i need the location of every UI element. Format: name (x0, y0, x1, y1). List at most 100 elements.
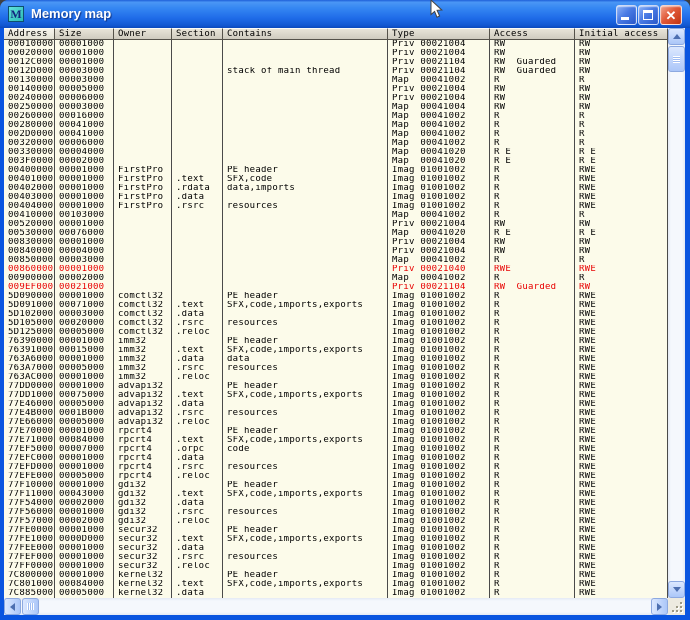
cell (223, 589, 388, 598)
table-row[interactable]: 0040300000001000FirstPro.dataImag 010010… (4, 193, 668, 202)
cell: RWE (575, 463, 668, 472)
table-row[interactable]: 0002000000001000Priv 00021004RWRW (4, 49, 668, 58)
column-header-size[interactable]: Size (55, 28, 114, 40)
table-row[interactable]: 77EFC00000001000rpcrt4.dataImag 01001002… (4, 454, 668, 463)
table-row[interactable]: 0083000000001000Priv 00021004RWRW (4, 238, 668, 247)
table-row[interactable]: 0012D00000003000stack of main threadPriv… (4, 67, 668, 76)
table-row[interactable]: 763AC00000001000imm32.relocImag 01001002… (4, 373, 668, 382)
cell: Imag 01001002 (388, 166, 490, 175)
cell: RWE (575, 328, 668, 337)
cell: resources (223, 508, 388, 517)
minimize-button[interactable] (616, 5, 637, 25)
table-row[interactable]: 7C88500000005000kernel32.dataImag 010010… (4, 589, 668, 598)
table-row[interactable]: 0052000000001000Priv 00021004RWRW (4, 220, 668, 229)
cell (223, 247, 388, 256)
table-row[interactable]: 77E7100000084000rpcrt4.textSFX,code,impo… (4, 436, 668, 445)
table-row[interactable]: 0041000000103000Map 00041002RR (4, 211, 668, 220)
table-row[interactable]: 0033000000004000Map 00041020R ER E (4, 148, 668, 157)
column-header-contains[interactable]: Contains (223, 28, 388, 40)
column-header-access[interactable]: Access (490, 28, 575, 40)
table-row[interactable]: 7C80000000001000kernel32PE headerImag 01… (4, 571, 668, 580)
table-row[interactable]: 77FE000000001000secur32PE headerImag 010… (4, 526, 668, 535)
table-row[interactable]: 77E4B0000001B000advapi32.rsrcresourcesIm… (4, 409, 668, 418)
table-row[interactable]: 5D09000000001000comctl32PE headerImag 01… (4, 292, 668, 301)
horizontal-scrollbar-thumb[interactable] (22, 598, 39, 615)
table-row[interactable]: 77E4600000005000advapi32.dataImag 010010… (4, 400, 668, 409)
table-row[interactable]: 5D12500000005000comctl32.relocImag 01001… (4, 328, 668, 337)
cell: 00001000 (55, 193, 114, 202)
cell: 76391000 (4, 346, 55, 355)
cell: imm32 (114, 373, 172, 382)
table-row[interactable]: 77E7000000001000rpcrt4PE headerImag 0100… (4, 427, 668, 436)
table-row[interactable]: 77F5700000002000gdi32.relocImag 01001002… (4, 517, 668, 526)
table-row[interactable]: 77FEF00000001000secur32.rsrcresourcesIma… (4, 553, 668, 562)
table-row[interactable]: 77F5600000001000gdi32.rsrcresourcesImag … (4, 508, 668, 517)
scroll-left-button[interactable] (4, 598, 21, 615)
table-row[interactable]: 002D000000041000Map 00041002RR (4, 130, 668, 139)
table-row[interactable]: 0040400000001000FirstPro.rsrcresourcesIm… (4, 202, 668, 211)
table-row[interactable]: 77EFD00000001000rpcrt4.rsrcresourcesImag… (4, 463, 668, 472)
horizontal-scrollbar[interactable] (4, 598, 668, 615)
cell: 0012C000 (4, 58, 55, 67)
table-row[interactable]: 0040200000001000FirstPro.rdatadata,impor… (4, 184, 668, 193)
column-header-type[interactable]: Type (388, 28, 490, 40)
column-header-initial-access[interactable]: Initial access (575, 28, 668, 40)
table-row[interactable]: 763A600000001000imm32.datadataImag 01001… (4, 355, 668, 364)
table-row[interactable]: 009EF00000021000Priv 00021104RW GuardedR… (4, 283, 668, 292)
table-row[interactable]: 77E6600000005000advapi32.relocImag 01001… (4, 418, 668, 427)
table-row[interactable]: 77EF500000007000rpcrt4.orpccodeImag 0100… (4, 445, 668, 454)
column-header-section[interactable]: Section (172, 28, 223, 40)
table-row[interactable]: 77FE10000000D000secur32.textSFX,code,imp… (4, 535, 668, 544)
cell: R (575, 121, 668, 130)
maximize-button[interactable] (638, 5, 659, 25)
table-row[interactable]: 003F000000002000Map 00041020R ER E (4, 157, 668, 166)
resize-grip[interactable] (668, 598, 685, 615)
table-row[interactable]: 77DD000000001000advapi32PE headerImag 01… (4, 382, 668, 391)
cell: Imag 01001002 (388, 445, 490, 454)
table-row[interactable]: 77FF000000001000secur32.relocImag 010010… (4, 562, 668, 571)
table-row[interactable]: 763A700000005000imm32.rsrcresourcesImag … (4, 364, 668, 373)
scroll-right-button[interactable] (651, 598, 668, 615)
table-row[interactable]: 5D10500000020000comctl32.rsrcresourcesIm… (4, 319, 668, 328)
title-bar[interactable]: M Memory map ✕ (0, 0, 690, 28)
table-row[interactable]: 77FEE00000001000secur32.dataImag 0100100… (4, 544, 668, 553)
table-row[interactable]: 77F1000000001000gdi32PE headerImag 01001… (4, 481, 668, 490)
table-row[interactable]: 0084000000004000Priv 00021004RWRW (4, 247, 668, 256)
table-row[interactable]: 0040100000001000FirstPro.textSFX,codeIma… (4, 175, 668, 184)
cell: SFX,code,imports,exports (223, 301, 388, 310)
table-row[interactable]: 7639000000001000imm32PE headerImag 01001… (4, 337, 668, 346)
table-row[interactable]: 0001000000001000Priv 00021004RWRW (4, 40, 668, 49)
table-row[interactable]: 77DD100000075000advapi32.textSFX,code,im… (4, 391, 668, 400)
table-row[interactable]: 0028000000041000Map 00041002RR (4, 121, 668, 130)
table-row[interactable]: 0053000000076000Map 00041020R ER E (4, 229, 668, 238)
table-row[interactable]: 0090000000002000Map 00041002RR (4, 274, 668, 283)
cell: .rsrc (172, 202, 223, 211)
table-row[interactable]: 0085000000003000Map 00041002RR (4, 256, 668, 265)
scroll-up-button[interactable] (668, 28, 685, 45)
table-row[interactable]: 77EFE00000005000rpcrt4.relocImag 0100100… (4, 472, 668, 481)
table-row[interactable]: 0013000000003000Map 00041002RR (4, 76, 668, 85)
table-row[interactable]: 0012C00000001000Priv 00021104RW GuardedR… (4, 58, 668, 67)
close-button[interactable]: ✕ (660, 5, 682, 25)
table-row[interactable]: 0040000000001000FirstProPE headerImag 01… (4, 166, 668, 175)
vertical-scrollbar-thumb[interactable] (668, 46, 685, 72)
column-header-address[interactable]: Address (4, 28, 55, 40)
table-row[interactable]: 7C80100000084000kernel32.textSFX,code,im… (4, 580, 668, 589)
table-row[interactable]: 0026000000016000Map 00041002RR (4, 112, 668, 121)
cell: Priv 00021004 (388, 94, 490, 103)
table-row[interactable]: 5D09100000071000comctl32.textSFX,code,im… (4, 301, 668, 310)
column-header-owner[interactable]: Owner (114, 28, 172, 40)
scroll-down-button[interactable] (668, 581, 685, 598)
table-row[interactable]: 0025000000003000Map 00041004RWRW (4, 103, 668, 112)
table-row[interactable]: 77F1100000043000gdi32.textSFX,code,impor… (4, 490, 668, 499)
table-row[interactable]: 77F5400000002000gdi32.dataImag 01001002R… (4, 499, 668, 508)
table-row[interactable]: 0086000000001000Priv 00021040RWERWE (4, 265, 668, 274)
cell (223, 454, 388, 463)
vertical-scrollbar[interactable] (668, 28, 685, 598)
table-row[interactable]: 7639100000015000imm32.textSFX,code,impor… (4, 346, 668, 355)
table-row[interactable]: 5D10200000003000comctl32.dataImag 010010… (4, 310, 668, 319)
table-row[interactable]: 0024000000006000Priv 00021004RWRW (4, 94, 668, 103)
table-row[interactable]: 0032000000006000Map 00041002RR (4, 139, 668, 148)
app-icon[interactable]: M (8, 6, 24, 22)
table-row[interactable]: 0014000000005000Priv 00021004RWRW (4, 85, 668, 94)
